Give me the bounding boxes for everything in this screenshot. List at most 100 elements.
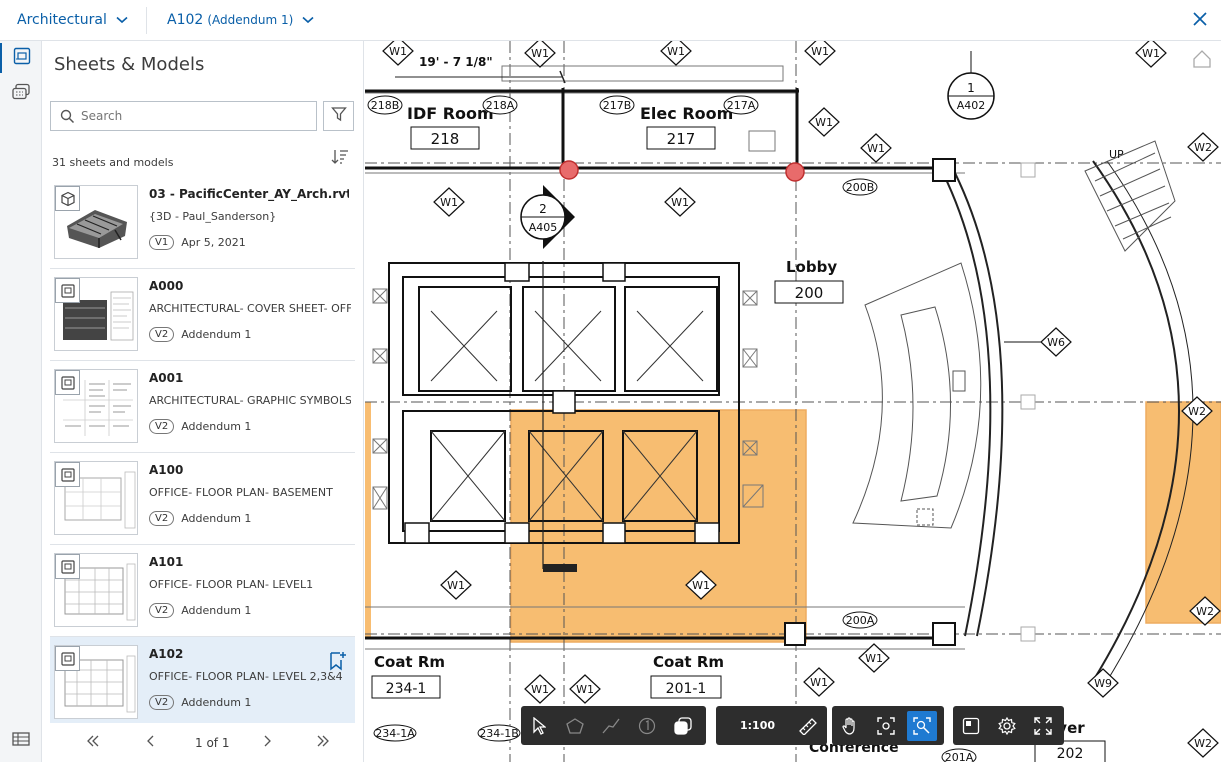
fullscreen-button[interactable] (1025, 706, 1061, 745)
wall-type-tag[interactable]: W1 (808, 107, 840, 137)
home-icon[interactable] (1193, 50, 1211, 68)
layers-panel-button[interactable] (5, 79, 37, 109)
door-tag[interactable]: 200B (842, 178, 878, 196)
zoom-window-button[interactable] (907, 710, 937, 741)
sheet-list: 03 - PacificCenter_AY_Arch.rvt {3D - Pau… (50, 177, 355, 723)
measure-tool-button[interactable] (790, 706, 826, 745)
svg-text:W1: W1 (811, 45, 829, 58)
list-item[interactable]: A000 ARCHITECTURAL- COVER SHEET- OFFICE … (50, 269, 355, 361)
pan-tool-button[interactable] (832, 706, 868, 745)
wall-type-tag[interactable]: W1 (524, 41, 556, 68)
wall-type-tag[interactable]: W1 (524, 674, 556, 704)
svg-text:W1: W1 (667, 45, 685, 58)
polygon-tool-button[interactable] (557, 706, 593, 745)
double-chevron-right-icon (317, 735, 329, 747)
table-view-button[interactable] (5, 726, 37, 756)
number-marker-button[interactable] (629, 706, 665, 745)
sheet-thumbnail (54, 185, 138, 259)
sheets-panel-button[interactable] (0, 43, 42, 73)
chevron-left-icon (147, 735, 154, 747)
issue-pin[interactable] (785, 162, 805, 182)
layers-toggle-button[interactable] (665, 706, 701, 745)
list-item[interactable]: A001 ARCHITECTURAL- GRAPHIC SYMBOLS V2 A… (50, 361, 355, 453)
search-input[interactable] (81, 109, 281, 123)
sort-button[interactable] (331, 149, 349, 169)
last-page-button[interactable] (316, 735, 330, 751)
fit-view-button[interactable] (868, 706, 904, 745)
room-number: 201-1 (666, 681, 707, 697)
chevron-right-icon (264, 735, 271, 747)
list-item-selected[interactable]: A102 OFFICE- FLOOR PLAN- LEVEL 2,3&4 V2 … (50, 637, 355, 723)
stair-label: UP (1109, 148, 1124, 161)
door-tag[interactable]: 200A (842, 611, 878, 629)
door-tag[interactable]: 217B (599, 95, 635, 115)
wall-type-tag[interactable]: W2 (1187, 728, 1219, 758)
wall-type-tag[interactable]: W6 (1040, 327, 1072, 357)
wall-type-tag[interactable]: W1 (382, 41, 414, 66)
issue-pin[interactable] (559, 160, 579, 180)
minimap-button[interactable] (953, 706, 989, 745)
door-tag[interactable]: 234-1B (477, 724, 521, 742)
wall-type-tag[interactable]: W1 (440, 570, 472, 600)
measure-toolbar: 1:100 (716, 706, 827, 745)
sheet-name-label: A102 (167, 12, 204, 28)
scale-selector[interactable]: 1:100 (716, 719, 790, 732)
polyline-tool-button[interactable] (593, 706, 629, 745)
door-tag[interactable]: 218A (482, 95, 518, 115)
list-item[interactable]: A101 OFFICE- FLOOR PLAN- LEVEL1 V2 Adden… (50, 545, 355, 637)
close-button[interactable] (1191, 11, 1209, 29)
table-icon (12, 731, 30, 751)
wall-type-tag[interactable]: W1 (664, 187, 696, 217)
door-tag[interactable]: 201A (941, 748, 977, 762)
next-page-button[interactable] (264, 735, 272, 751)
sheet-version-label: (Addendum 1) (207, 13, 294, 27)
wall-type-tag[interactable]: W1 (804, 41, 836, 66)
list-item[interactable]: 03 - PacificCenter_AY_Arch.rvt {3D - Pau… (50, 177, 355, 269)
markup-highlight[interactable] (1145, 401, 1221, 624)
prev-page-button[interactable] (146, 735, 154, 751)
bookmark-button[interactable] (328, 651, 346, 675)
door-tag[interactable]: 218B (367, 95, 403, 115)
wall-type-tag[interactable]: W9 (1087, 668, 1119, 698)
search-box[interactable] (50, 101, 317, 131)
section-mark[interactable]: 2 A405 (520, 185, 575, 249)
version-badge: V2 (149, 419, 175, 434)
svg-text:W1: W1 (867, 142, 885, 155)
sheet-icon (13, 47, 31, 69)
dimension-label: 19' - 7 1/8" (419, 55, 493, 69)
item-version-row: V2 Addendum 1 (149, 511, 251, 526)
markup-highlight[interactable] (365, 402, 371, 638)
wall-type-tag[interactable]: W1 (569, 674, 601, 704)
drawing-canvas[interactable]: 19' - 7 1/8" 1 A402 2 A405 IDF Room 218 … (365, 41, 1221, 762)
item-version-row: V1 Apr 5, 2021 (149, 235, 246, 250)
room-number: 218 (431, 130, 460, 148)
sheet-dropdown[interactable]: A102 (Addendum 1) (147, 0, 314, 41)
list-item[interactable]: A100 OFFICE- FLOOR PLAN- BASEMENT V2 Add… (50, 453, 355, 545)
svg-text:201A: 201A (945, 751, 974, 762)
wall-type-tag[interactable]: W1 (803, 667, 835, 697)
door-tag[interactable]: 217A (723, 95, 759, 115)
wall-type-tag[interactable]: W1 (860, 133, 892, 163)
stack-icon (674, 716, 692, 735)
svg-text:W2: W2 (1194, 141, 1212, 154)
section-mark-sheet: A405 (529, 221, 558, 234)
close-icon (1193, 11, 1207, 30)
wall-type-tag[interactable]: W1 (433, 187, 465, 217)
filter-button[interactable] (323, 101, 354, 131)
section-mark[interactable]: 1 A402 (947, 51, 995, 120)
settings-button[interactable] (989, 706, 1025, 745)
svg-text:W1: W1 (865, 652, 883, 665)
wall-type-tag[interactable]: W2 (1187, 132, 1219, 162)
wall-type-tag[interactable]: W1 (660, 41, 692, 66)
number-marker-icon (638, 717, 656, 734)
door-tag[interactable]: 234-1A (373, 724, 417, 742)
wall-type-tag[interactable]: W1 (858, 643, 890, 673)
sheet-thumbnail (54, 277, 138, 351)
first-page-button[interactable] (86, 735, 100, 751)
item-title: A001 (149, 371, 184, 385)
select-tool-button[interactable] (521, 706, 557, 745)
hand-icon (842, 716, 855, 735)
discipline-dropdown[interactable]: Architectural (0, 6, 147, 34)
wall-type-tag[interactable]: W1 (1135, 41, 1167, 68)
svg-text:W1: W1 (531, 47, 549, 60)
